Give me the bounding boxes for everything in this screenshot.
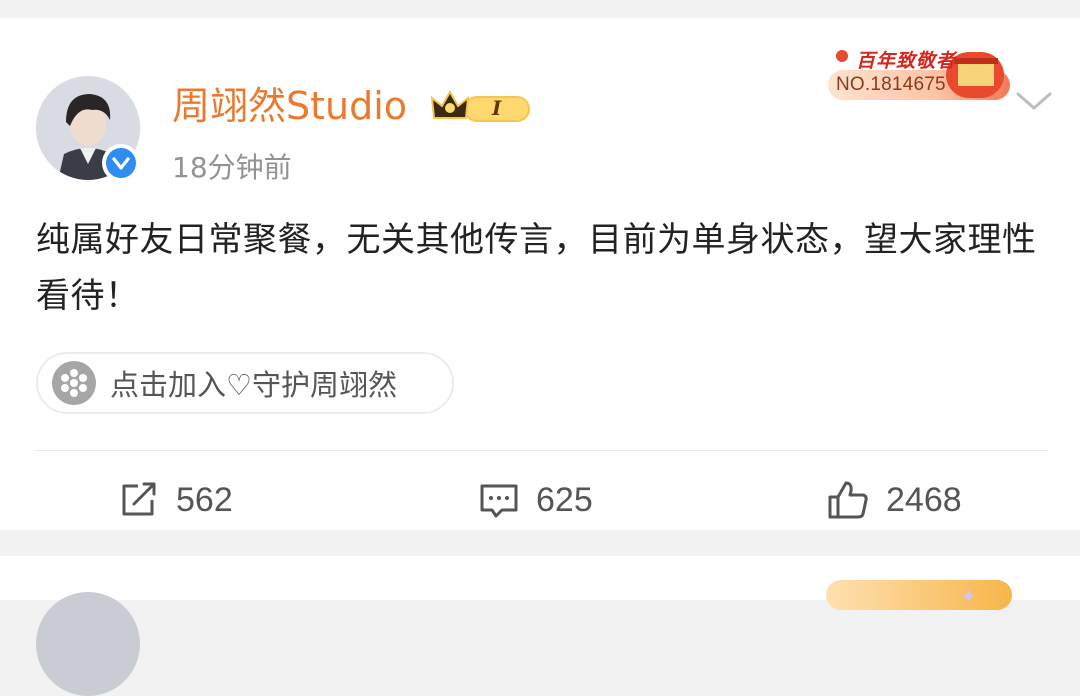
like-count: 2468 <box>886 480 962 519</box>
next-post-card: ✦ <box>0 556 1080 696</box>
sparkle-icon: ✦ <box>960 584 977 608</box>
fan-group-icon <box>52 361 96 405</box>
verified-icon <box>102 144 140 182</box>
comment-button[interactable]: 625 <box>478 476 593 524</box>
divider <box>34 450 1048 451</box>
author-name[interactable]: 周翊然Studio <box>172 82 407 130</box>
repost-icon <box>122 482 156 516</box>
post-time: 18分钟前 <box>172 151 292 184</box>
like-icon <box>828 481 868 519</box>
next-medal-badge[interactable] <box>826 580 1012 610</box>
comment-count: 625 <box>536 480 593 519</box>
medal-badge[interactable]: 百年致敬者 NO.1814675 <box>826 44 1012 104</box>
repost-count: 562 <box>176 480 233 519</box>
weibo-post-card: 周翊然Studio I 18分钟前 百年致敬者 NO.1814675 纯属好友日… <box>0 18 1080 530</box>
crown-badge-icon[interactable]: I <box>430 88 534 128</box>
fan-group-button[interactable]: 点击加入♡守护周翊然 <box>36 352 454 414</box>
like-button[interactable]: 2468 <box>826 476 962 524</box>
repost-button[interactable]: 562 <box>118 476 233 524</box>
medal-title: 百年致敬者 <box>856 50 957 72</box>
fan-group-label: 点击加入♡守护周翊然 <box>110 368 397 402</box>
post-content: 纯属好友日常聚餐，无关其他传言，目前为单身状态，望大家理性看待！ <box>36 220 1037 316</box>
next-avatar[interactable] <box>36 592 140 696</box>
badge-level: I <box>491 96 502 120</box>
comment-icon <box>480 484 518 518</box>
medal-number: NO.1814675 <box>836 74 946 95</box>
chevron-down-icon[interactable] <box>1014 86 1054 116</box>
